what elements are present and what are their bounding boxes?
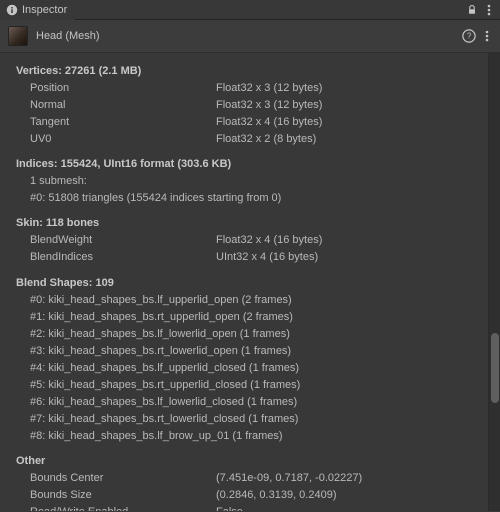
scrollbar-thumb[interactable] xyxy=(491,333,499,403)
blendshape-line: #3: kiki_head_shapes_bs.rt_lowerlid_open… xyxy=(16,343,484,360)
other-row: Read/Write EnabledFalse xyxy=(16,504,484,511)
skin-row: BlendWeightFloat32 x 4 (16 bytes) xyxy=(16,232,484,249)
vertices-row: NormalFloat32 x 3 (12 bytes) xyxy=(16,97,484,114)
tab-label: Inspector xyxy=(22,4,67,16)
mesh-info-panel: Vertices: 27261 (2.1 MB) PositionFloat32… xyxy=(0,53,488,511)
vertices-row: UV0Float32 x 2 (8 bytes) xyxy=(16,131,484,148)
vertices-row: TangentFloat32 x 4 (16 bytes) xyxy=(16,114,484,131)
blendshape-line: #5: kiki_head_shapes_bs.rt_upperlid_clos… xyxy=(16,377,484,394)
svg-text:?: ? xyxy=(467,32,472,41)
vertices-heading: Vertices: 27261 (2.1 MB) xyxy=(16,63,484,80)
blendshape-line: #1: kiki_head_shapes_bs.rt_upperlid_open… xyxy=(16,309,484,326)
mesh-thumbnail-icon xyxy=(8,26,28,46)
blendshape-line: #4: kiki_head_shapes_bs.lf_upperlid_clos… xyxy=(16,360,484,377)
blendshape-line: #6: kiki_head_shapes_bs.lf_lowerlid_clos… xyxy=(16,394,484,411)
other-row: Bounds Center(7.451e-09, 0.7187, -0.0222… xyxy=(16,470,484,487)
indices-heading: Indices: 155424, UInt16 format (303.6 KB… xyxy=(16,156,484,173)
blendshape-line: #8: kiki_head_shapes_bs.lf_brow_up_01 (1… xyxy=(16,428,484,445)
object-title: Head (Mesh) xyxy=(36,30,454,42)
blendshapes-heading: Blend Shapes: 109 xyxy=(16,275,484,292)
vertices-row: PositionFloat32 x 3 (12 bytes) xyxy=(16,80,484,97)
info-icon xyxy=(6,4,18,16)
vertical-scrollbar[interactable] xyxy=(488,53,500,511)
skin-row: BlendIndicesUInt32 x 4 (16 bytes) xyxy=(16,249,484,266)
blendshape-line: #0: kiki_head_shapes_bs.lf_upperlid_open… xyxy=(16,292,484,309)
blendshape-line: #7: kiki_head_shapes_bs.rt_lowerlid_clos… xyxy=(16,411,484,428)
object-header: Head (Mesh) ? xyxy=(0,20,500,53)
kebab-icon[interactable] xyxy=(482,30,492,42)
tab-inspector[interactable]: Inspector xyxy=(0,0,75,20)
other-row: Bounds Size(0.2846, 0.3139, 0.2409) xyxy=(16,487,484,504)
indices-line: 1 submesh: xyxy=(16,173,484,190)
skin-heading: Skin: 118 bones xyxy=(16,215,484,232)
lock-icon[interactable] xyxy=(466,4,478,16)
indices-line: #0: 51808 triangles (155424 indices star… xyxy=(16,190,484,207)
help-icon[interactable]: ? xyxy=(462,29,476,43)
blendshape-line: #2: kiki_head_shapes_bs.lf_lowerlid_open… xyxy=(16,326,484,343)
kebab-icon[interactable] xyxy=(484,4,494,16)
other-heading: Other xyxy=(16,453,484,470)
